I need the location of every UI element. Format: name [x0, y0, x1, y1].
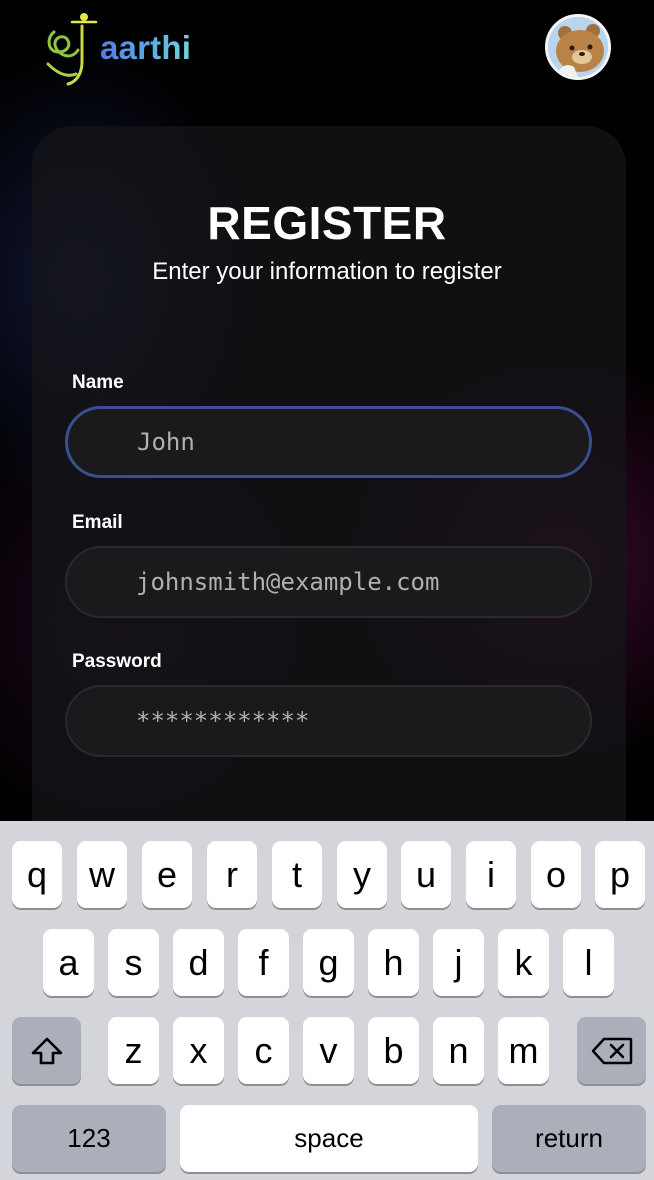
name-label: Name: [72, 372, 124, 393]
app-logo[interactable]: aarthi: [42, 8, 191, 88]
return-key[interactable]: return: [492, 1105, 646, 1172]
key-b[interactable]: b: [368, 1017, 419, 1084]
key-d[interactable]: d: [173, 929, 224, 996]
page-title: REGISTER: [207, 197, 447, 249]
on-screen-keyboard: q w e r t y u i o p a s d f g h j k l z …: [0, 821, 654, 1180]
key-p[interactable]: p: [595, 841, 645, 908]
key-x[interactable]: x: [173, 1017, 224, 1084]
app-header: aarthi: [0, 0, 654, 100]
key-c[interactable]: c: [238, 1017, 289, 1084]
bear-avatar-icon: [548, 17, 608, 77]
shift-icon: [30, 1036, 64, 1066]
key-k[interactable]: k: [498, 929, 549, 996]
key-m[interactable]: m: [498, 1017, 549, 1084]
key-l[interactable]: l: [563, 929, 614, 996]
key-t[interactable]: t: [272, 841, 322, 908]
password-field[interactable]: [65, 685, 592, 757]
shift-key[interactable]: [12, 1017, 81, 1084]
email-label: Email: [72, 512, 123, 533]
key-a[interactable]: a: [43, 929, 94, 996]
key-g[interactable]: g: [303, 929, 354, 996]
saarthi-logo-icon: [42, 8, 100, 88]
key-u[interactable]: u: [401, 841, 451, 908]
key-h[interactable]: h: [368, 929, 419, 996]
email-field[interactable]: [65, 546, 592, 618]
key-i[interactable]: i: [466, 841, 516, 908]
key-e[interactable]: e: [142, 841, 192, 908]
user-avatar[interactable]: [545, 14, 611, 80]
key-y[interactable]: y: [337, 841, 387, 908]
key-n[interactable]: n: [433, 1017, 484, 1084]
space-key[interactable]: space: [180, 1105, 478, 1172]
page-subtitle: Enter your information to register: [152, 258, 502, 285]
key-q[interactable]: q: [12, 841, 62, 908]
key-s[interactable]: s: [108, 929, 159, 996]
logo-wordmark: aarthi: [100, 29, 192, 66]
numbers-key[interactable]: 123: [12, 1105, 166, 1172]
key-j[interactable]: j: [433, 929, 484, 996]
key-z[interactable]: z: [108, 1017, 159, 1084]
backspace-icon: [591, 1037, 633, 1065]
delete-key[interactable]: [577, 1017, 646, 1084]
key-o[interactable]: o: [531, 841, 581, 908]
key-f[interactable]: f: [238, 929, 289, 996]
password-label: Password: [72, 651, 162, 672]
key-r[interactable]: r: [207, 841, 257, 908]
key-v[interactable]: v: [303, 1017, 354, 1084]
key-w[interactable]: w: [77, 841, 127, 908]
name-field[interactable]: [65, 406, 592, 478]
